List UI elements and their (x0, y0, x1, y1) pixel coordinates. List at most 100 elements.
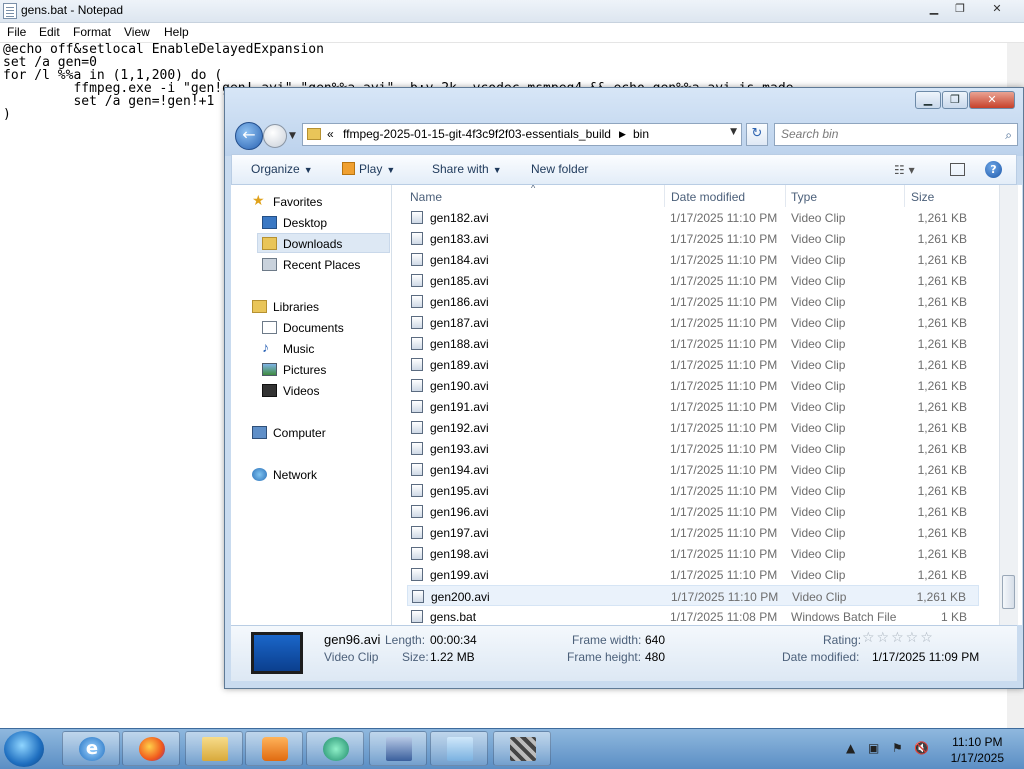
column-divider[interactable] (664, 185, 665, 207)
help-icon[interactable]: ? (985, 161, 1002, 178)
file-explorer-button[interactable] (185, 731, 243, 766)
file-type: Video Clip (791, 337, 846, 351)
desktop-icon (262, 216, 277, 229)
ffmpeg-app-button[interactable] (493, 731, 551, 766)
breadcrumb-bin[interactable]: bin (633, 127, 649, 141)
notepad-titlebar[interactable]: gens.bat - Notepad ▁ ❐ ✕ (0, 0, 1024, 23)
file-row[interactable]: gen197.avi 1/17/2025 11:10 PM Video Clip 1,… (407, 522, 979, 543)
file-name: gen192.avi (430, 421, 489, 435)
file-row[interactable]: gen188.avi 1/17/2025 11:10 PM Video Clip 1,… (407, 333, 979, 354)
file-row[interactable]: gen187.avi 1/17/2025 11:10 PM Video Clip 1,… (407, 312, 979, 333)
details-rating-label: Rating: (823, 633, 862, 647)
file-row[interactable]: gen190.avi 1/17/2025 11:10 PM Video Clip 1,… (407, 375, 979, 396)
column-header-size[interactable]: Size (911, 190, 934, 204)
file-row[interactable]: gen192.avi 1/17/2025 11:10 PM Video Clip 1,… (407, 417, 979, 438)
column-header-type[interactable]: Type (791, 190, 817, 204)
forward-button[interactable] (263, 124, 287, 148)
close-icon[interactable]: ✕ (987, 1, 1007, 19)
file-size: 1,261 KB (917, 358, 967, 372)
address-dropdown-icon[interactable]: ▼ (730, 127, 737, 137)
details-filetype: Video Clip (324, 650, 379, 664)
file-name: gen199.avi (430, 568, 489, 582)
clock[interactable]: 11:10 PM 1/17/2025 (951, 734, 1004, 766)
menu-format[interactable]: Format (73, 25, 111, 39)
video-file-icon (411, 232, 423, 245)
minimize-icon[interactable]: ▁ (915, 91, 941, 109)
details-size: 1.22 MB (430, 650, 475, 664)
documents-icon (262, 321, 277, 334)
file-size: 1,261 KB (917, 463, 967, 477)
file-row[interactable]: gen185.avi 1/17/2025 11:10 PM Video Clip 1,… (407, 270, 979, 291)
breadcrumb-ffmpeg[interactable]: ffmpeg-2025-01-15-git-4f3c9f2f03-essenti… (343, 127, 611, 141)
video-file-icon (411, 337, 423, 350)
file-row[interactable]: gen200.avi 1/17/2025 11:10 PM Video Clip 1,… (407, 585, 979, 606)
file-row[interactable]: gen195.avi 1/17/2025 11:10 PM Video Clip 1,… (407, 480, 979, 501)
file-row[interactable]: gen183.avi 1/17/2025 11:10 PM Video Clip 1,… (407, 228, 979, 249)
play-button[interactable]: Play ▼ (342, 162, 395, 176)
file-type: Video Clip (791, 442, 846, 456)
media-center-icon (323, 737, 349, 761)
details-modified-label: Date modified: (782, 650, 860, 664)
internet-explorer-button[interactable]: e (62, 731, 120, 766)
column-divider[interactable] (904, 185, 905, 207)
file-row[interactable]: gen182.avi 1/17/2025 11:10 PM Video Clip 1,… (407, 207, 979, 228)
breadcrumb-separator-icon[interactable]: ▶ (619, 129, 626, 140)
video-file-icon (411, 400, 423, 413)
file-name: gen197.avi (430, 526, 489, 540)
file-row[interactable]: gen186.avi 1/17/2025 11:10 PM Video Clip 1,… (407, 291, 979, 312)
organize-button[interactable]: Organize ▼ (251, 162, 313, 176)
views-icon[interactable]: ☷ ▾ (894, 163, 915, 177)
file-row[interactable]: gens.bat 1/17/2025 11:08 PM Windows Batch … (407, 606, 979, 625)
file-size: 1,261 KB (916, 590, 966, 604)
menu-edit[interactable]: Edit (39, 25, 60, 39)
maximize-icon[interactable]: ❐ (942, 91, 968, 109)
firefox-button[interactable] (122, 731, 180, 766)
media-player-button[interactable] (245, 731, 303, 766)
share-with-button[interactable]: Share with ▼ (432, 162, 502, 176)
action-center-flag-icon[interactable]: ⚑ (892, 741, 903, 755)
search-input[interactable]: Search bin ⌕ (774, 123, 1018, 146)
file-name: gen189.avi (430, 358, 489, 372)
file-type: Video Clip (791, 379, 846, 393)
back-button[interactable]: ← (235, 122, 263, 150)
column-header-date[interactable]: Date modified (671, 190, 745, 204)
volume-muted-icon[interactable]: 🔇 (914, 741, 929, 755)
file-row[interactable]: gen198.avi 1/17/2025 11:10 PM Video Clip 1,… (407, 543, 979, 564)
history-dropdown-icon[interactable]: ▼ (289, 131, 296, 141)
file-row[interactable]: gen194.avi 1/17/2025 11:10 PM Video Clip 1,… (407, 459, 979, 480)
close-icon[interactable]: ✕ (969, 91, 1015, 109)
show-hidden-icons-icon[interactable]: ▲ (846, 741, 855, 755)
file-row[interactable]: gen193.avi 1/17/2025 11:10 PM Video Clip 1,… (407, 438, 979, 459)
file-row[interactable]: gen189.avi 1/17/2025 11:10 PM Video Clip 1,… (407, 354, 979, 375)
rating-stars[interactable]: ☆☆☆☆☆ (862, 630, 935, 646)
file-name: gen190.avi (430, 379, 489, 393)
scrollbar-thumb[interactable] (1002, 575, 1015, 609)
file-row[interactable]: gen199.avi 1/17/2025 11:10 PM Video Clip 1,… (407, 564, 979, 585)
preview-pane-icon[interactable] (950, 163, 965, 176)
menu-file[interactable]: File (7, 25, 26, 39)
file-type: Video Clip (791, 316, 846, 330)
menu-help[interactable]: Help (164, 25, 189, 39)
file-row[interactable]: gen184.avi 1/17/2025 11:10 PM Video Clip 1,… (407, 249, 979, 270)
start-orb-icon[interactable] (4, 731, 44, 767)
search-icon[interactable]: ⌕ (1005, 128, 1012, 143)
network-tool-button[interactable] (369, 731, 427, 766)
breadcrumb-chevron[interactable]: « (327, 127, 334, 141)
clock-date: 1/17/2025 (950, 751, 1004, 765)
media-center-button[interactable] (306, 731, 364, 766)
column-divider[interactable] (785, 185, 786, 207)
minimize-icon[interactable]: ▁ (924, 1, 944, 19)
address-bar[interactable]: « ffmpeg-2025-01-15-git-4f3c9f2f03-essen… (302, 123, 742, 146)
network-status-icon[interactable]: ▣ (868, 741, 879, 755)
file-row[interactable]: gen191.avi 1/17/2025 11:10 PM Video Clip 1,… (407, 396, 979, 417)
menu-view[interactable]: View (124, 25, 150, 39)
nav-downloads[interactable]: Downloads (257, 233, 390, 253)
maximize-icon[interactable]: ❐ (950, 1, 970, 19)
file-list-scrollbar[interactable] (999, 185, 1018, 625)
notepad-button[interactable] (430, 731, 488, 766)
refresh-icon[interactable]: ↻ (746, 123, 768, 146)
file-type: Video Clip (791, 547, 846, 561)
column-header-name[interactable]: Name (410, 190, 442, 204)
file-row[interactable]: gen196.avi 1/17/2025 11:10 PM Video Clip 1,… (407, 501, 979, 522)
new-folder-button[interactable]: New folder (531, 162, 588, 176)
